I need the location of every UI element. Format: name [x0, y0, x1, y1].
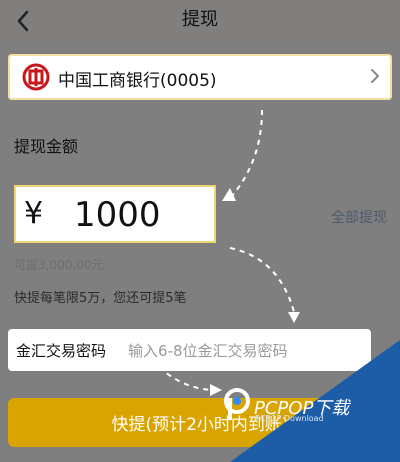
withdraw-all-link[interactable]: 全部提现	[331, 207, 387, 227]
icbc-bank-icon	[22, 63, 50, 91]
withdraw-limit-note: 快提每笔限5万，您还可提5笔	[14, 291, 187, 306]
password-label: 金汇交易密码	[16, 342, 107, 360]
watermark-subtext: PCPOP Download	[255, 414, 324, 423]
header-bar: 提现	[0, 0, 400, 44]
bank-card-selector[interactable]: 中国工商银行(0005)	[8, 54, 392, 100]
available-balance-text: 可提3,000.00元	[14, 258, 104, 272]
password-row[interactable]: 金汇交易密码	[8, 329, 371, 371]
chevron-right-icon	[371, 69, 379, 83]
bank-name: 中国工商银行(0005)	[58, 71, 217, 91]
amount-value: 1000	[74, 195, 161, 235]
password-input[interactable]	[126, 336, 370, 366]
page-title: 提现	[182, 9, 218, 30]
amount-input-box[interactable]: ¥ 1000	[14, 185, 216, 243]
pcpop-logo-icon	[224, 388, 250, 420]
currency-symbol: ¥	[24, 196, 44, 231]
withdraw-amount-heading: 提现金额	[14, 137, 79, 156]
